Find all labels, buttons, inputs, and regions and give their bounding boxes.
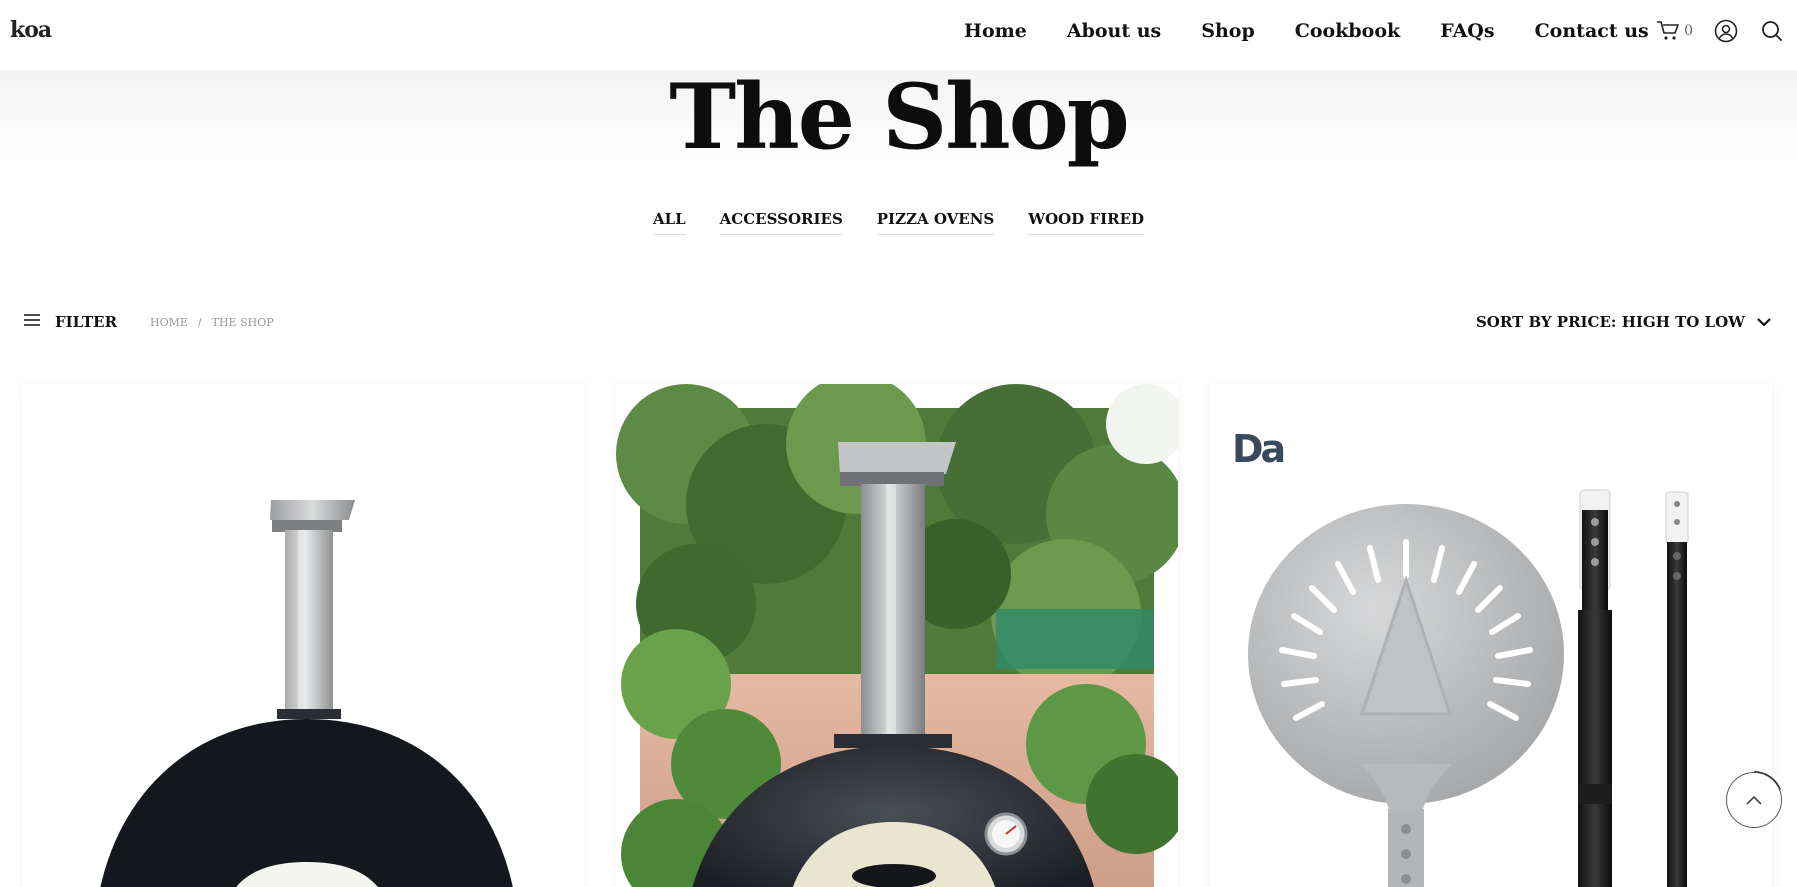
category-wood-fired[interactable]: WOOD FIRED [1028, 210, 1145, 235]
product-card[interactable] [22, 384, 584, 887]
product-brand-mark: Da [1232, 427, 1284, 471]
product-image-pizza-oven-lifestyle [616, 384, 1178, 887]
shop-toolbar: FILTER HOME / THE SHOP SORT BY PRICE: HI… [0, 312, 1797, 336]
breadcrumb-home[interactable]: HOME [150, 316, 188, 329]
breadcrumb-separator: / [197, 316, 202, 329]
product-image-pizza-oven [100, 500, 513, 887]
nav-home[interactable]: Home [964, 20, 1027, 42]
cart-icon [1655, 18, 1681, 44]
main-nav: Home About us Shop Cookbook FAQs Contact… [964, 20, 1689, 42]
page-title: The Shop [669, 64, 1129, 170]
category-tabs: ALL ACCESSORIES PIZZA OVENS WOOD FIRED [0, 210, 1797, 235]
nav-contact-us[interactable]: Contact us [1535, 20, 1649, 42]
product-image-pizza-peel: Da [1232, 427, 1689, 887]
header-actions: 0 [1655, 18, 1785, 44]
category-all[interactable]: ALL [652, 210, 686, 235]
search-icon[interactable] [1759, 18, 1785, 44]
product-card[interactable]: Da [1210, 384, 1772, 887]
chevron-up-icon [1745, 791, 1763, 810]
user-circle-icon[interactable] [1713, 18, 1739, 44]
chevron-down-icon [1757, 312, 1771, 331]
sort-label: SORT BY PRICE: HIGH TO LOW [1475, 312, 1745, 331]
nav-faqs[interactable]: FAQs [1440, 20, 1494, 42]
menu-icon [24, 312, 40, 331]
category-accessories[interactable]: ACCESSORIES [719, 210, 843, 235]
brand-logo[interactable]: koa [10, 17, 52, 43]
filter-button[interactable]: FILTER [24, 312, 117, 331]
nav-cookbook[interactable]: Cookbook [1295, 20, 1400, 42]
scroll-to-top-button[interactable] [1726, 772, 1782, 828]
cart-count: 0 [1684, 23, 1693, 39]
product-card[interactable] [616, 384, 1178, 887]
nav-about-us[interactable]: About us [1067, 20, 1161, 42]
nav-shop[interactable]: Shop [1201, 20, 1255, 42]
cart-button[interactable]: 0 [1655, 18, 1693, 44]
site-header: koa Home About us Shop Cookbook FAQs Con… [0, 0, 1797, 70]
sort-dropdown[interactable]: SORT BY PRICE: HIGH TO LOW [1476, 312, 1771, 331]
category-pizza-ovens[interactable]: PIZZA OVENS [876, 210, 995, 235]
filter-label: FILTER [55, 312, 118, 331]
breadcrumb: HOME / THE SHOP [150, 316, 274, 329]
breadcrumb-current: THE SHOP [211, 316, 274, 329]
